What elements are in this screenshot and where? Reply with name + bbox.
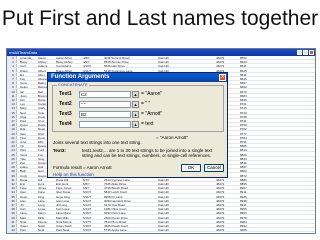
collapse-dialog-icon[interactable]: ▲ [132, 91, 139, 98]
table-cell[interactable]: Pam Neal [56, 228, 82, 232]
function-arguments-dialog: Function Arguments x CONCATENATE Text1 C… [47, 72, 228, 178]
arg-label: Text2 [59, 101, 72, 107]
function-description: Joins several text strings into one text… [53, 140, 142, 145]
arg-result: = " " [141, 101, 151, 107]
close-icon[interactable] [309, 50, 314, 55]
table-cell[interactable]: Pam [20, 228, 37, 232]
arg-row-text4: Text4 ▲ = text [59, 121, 219, 128]
text3-input[interactable]: B2 [79, 111, 131, 118]
table-row[interactable]: 43 Pam Neal Pam Neal 5/19/7 5736 Apple Lane Oa… [7, 228, 315, 233]
table-cell[interactable]: 5/19/7 [83, 228, 103, 232]
maximize-icon[interactable] [303, 50, 308, 55]
formula-result: Formula result = Aaron Arnott [53, 165, 112, 170]
table-cell[interactable]: 9006 [240, 228, 260, 232]
text2-input[interactable]: " " [79, 101, 131, 108]
arguments-group: CONCATENATE Text1 C2 ▲ = "Aaron" Text2 "… [52, 82, 224, 132]
arg-result: = "Arnott" [141, 111, 163, 117]
arg-label: Text1 [59, 91, 72, 97]
function-name-label: CONCATENATE [57, 82, 89, 87]
argument-description: text1,text2,... are 1 to 30 text strings… [82, 148, 212, 158]
text1-input[interactable]: C2 [79, 91, 131, 98]
dialog-titlebar: Function Arguments x [48, 73, 227, 82]
arg-row-text3: Text3 B2 ▲ = "Arnott" [59, 111, 219, 118]
collapse-dialog-icon[interactable]: ▲ [132, 121, 139, 128]
minimize-icon[interactable] [297, 50, 302, 55]
ok-button[interactable]: OK [181, 164, 201, 172]
arg-help-label: Text3: [53, 148, 66, 153]
arg-row-text2: Text2 " " ▲ = " " [59, 101, 219, 108]
arg-label: Text3 [59, 111, 72, 117]
window-titlebar: rmiAllTeamData [7, 49, 315, 56]
dialog-close-icon[interactable]: x [219, 74, 226, 81]
table-cell[interactable]: 46073 [216, 228, 239, 232]
dialog-title: Function Arguments [51, 74, 110, 80]
help-link[interactable]: Help on this function [53, 172, 94, 177]
arg-row-text1: Text1 C2 ▲ = "Aaron" [59, 91, 219, 98]
collapse-dialog-icon[interactable]: ▲ [132, 111, 139, 118]
table-cell[interactable]: Oak Hill [158, 228, 215, 232]
window-title: rmiAllTeamData [9, 50, 38, 55]
cancel-button[interactable]: Cancel [204, 164, 224, 172]
table-cell[interactable]: 5736 Apple Lane [104, 228, 157, 232]
table-cell[interactable]: Neal [38, 228, 55, 232]
arg-result: = "Aaron" [141, 91, 163, 97]
row-number: 43 [11, 228, 15, 233]
arg-result: = text [141, 121, 154, 127]
collapse-dialog-icon[interactable]: ▲ [132, 101, 139, 108]
slide-title: Put First and Last names together [1, 7, 319, 30]
text4-input[interactable] [79, 121, 131, 128]
arg-label: Text4 [59, 121, 72, 127]
